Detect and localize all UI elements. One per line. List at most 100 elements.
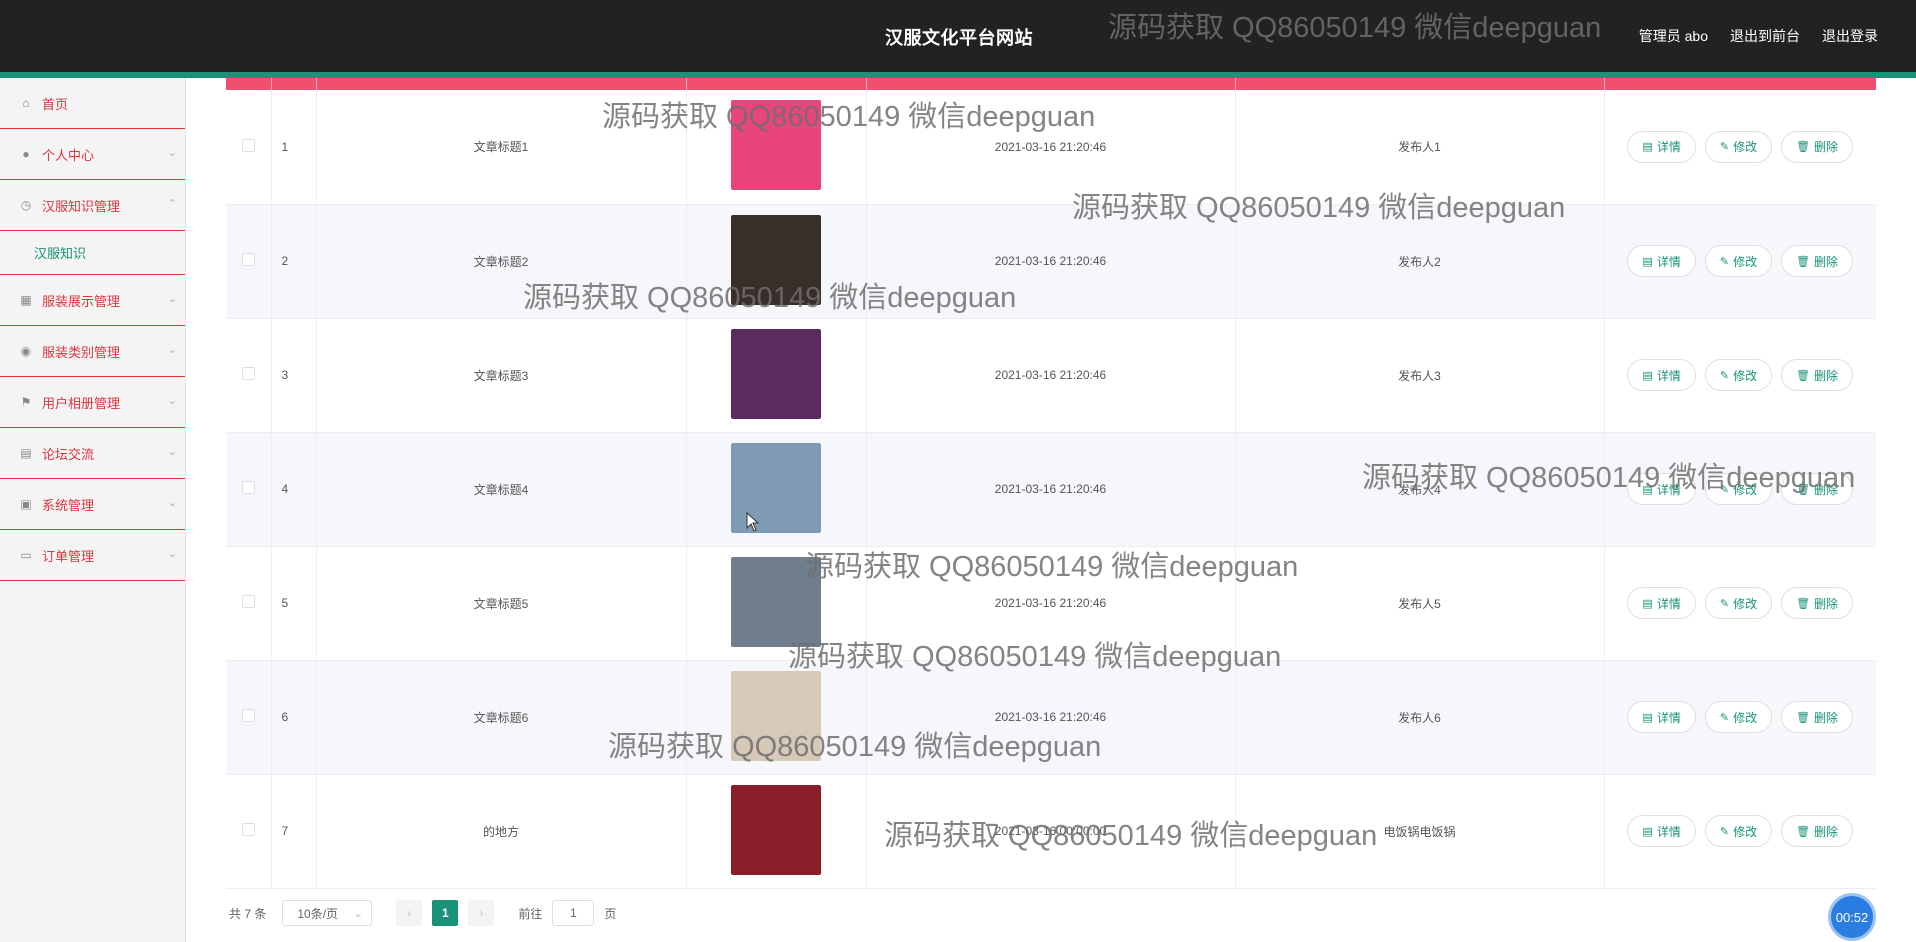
- delete-button[interactable]: 🗑 删除: [1781, 245, 1854, 277]
- edit-button[interactable]: ✎ 修改: [1704, 815, 1773, 847]
- button-label: 详情: [1656, 254, 1681, 269]
- document-icon: ▤: [1642, 483, 1653, 496]
- total-count: 共 7 条: [229, 906, 267, 921]
- edit-button[interactable]: ✎ 修改: [1704, 587, 1773, 619]
- delete-button[interactable]: 🗑 删除: [1781, 130, 1854, 163]
- chevron-down-icon: ⌄: [167, 497, 177, 509]
- row-checkbox[interactable]: [241, 253, 255, 266]
- to-front-link[interactable]: 退出到前台: [1730, 26, 1800, 46]
- pencil-icon: ✎: [1719, 255, 1730, 268]
- trash-icon: 🗑: [1796, 825, 1811, 838]
- edit-button[interactable]: ✎ 修改: [1704, 473, 1773, 505]
- sidebar-item-user-album[interactable]: ⚑ 用户相册管理 ⌄: [0, 377, 185, 428]
- pencil-icon: ✎: [1719, 141, 1730, 154]
- row-publisher: 发布人1: [1235, 90, 1605, 205]
- edit-button[interactable]: ✎ 修改: [1704, 130, 1773, 163]
- trash-icon: 🗑: [1796, 483, 1811, 496]
- goto-page-input[interactable]: 1: [552, 900, 595, 926]
- pencil-icon: ✎: [1719, 483, 1730, 496]
- delete-button[interactable]: 🗑 删除: [1781, 701, 1854, 733]
- pencil-icon: ✎: [1719, 369, 1730, 382]
- button-label: 修改: [1733, 824, 1758, 839]
- row-title: 文章标题2: [316, 204, 687, 319]
- mouse-cursor-icon: [746, 512, 760, 532]
- row-checkbox[interactable]: [241, 367, 255, 380]
- delete-button[interactable]: 🗑 删除: [1781, 359, 1854, 391]
- detail-button[interactable]: ▤ 详情: [1627, 130, 1696, 163]
- edit-button[interactable]: ✎ 修改: [1704, 245, 1773, 277]
- button-label: 删除: [1814, 140, 1839, 155]
- row-checkbox[interactable]: [241, 823, 255, 836]
- delete-button[interactable]: 🗑 删除: [1781, 587, 1854, 619]
- detail-button[interactable]: ▤ 详情: [1627, 359, 1696, 391]
- row-index: 5: [271, 546, 317, 661]
- grid-icon: ▤: [20, 446, 32, 460]
- sidebar-item-label: 个人中心: [42, 147, 95, 163]
- button-label: 详情: [1656, 710, 1681, 725]
- sidebar-item-home[interactable]: ⌂ 首页: [0, 78, 185, 129]
- sidebar-item-label: 首页: [42, 96, 69, 112]
- button-label: 详情: [1656, 482, 1681, 497]
- sidebar-item-hanfu-knowledge[interactable]: ◷ 汉服知识管理 ⌃: [0, 180, 185, 231]
- sidebar-item-forum[interactable]: ▤ 论坛交流 ⌄: [0, 428, 185, 479]
- page-number-current[interactable]: 1: [432, 900, 459, 926]
- top-header: 汉服文化平台网站 管理员 abo 退出到前台 退出登录: [0, 0, 1916, 72]
- document-icon: ▤: [1642, 597, 1653, 610]
- detail-button[interactable]: ▤ 详情: [1627, 587, 1696, 619]
- home-icon: ⌂: [22, 96, 30, 110]
- trash-icon: 🗑: [1796, 597, 1811, 610]
- logout-link[interactable]: 退出登录: [1822, 26, 1878, 46]
- pencil-icon: ✎: [1719, 825, 1730, 838]
- row-time: 2021-03-16 21:20:46: [866, 546, 1236, 661]
- button-label: 修改: [1733, 254, 1758, 269]
- sidebar-item-clothing-display[interactable]: ▦ 服装展示管理 ⌄: [0, 275, 185, 326]
- edit-button[interactable]: ✎ 修改: [1704, 701, 1773, 733]
- button-label: 修改: [1733, 140, 1758, 155]
- page-size-value: 10条/页: [297, 906, 339, 921]
- row-title: 的地方: [316, 774, 687, 889]
- chevron-down-icon: ⌄: [167, 395, 177, 407]
- delete-button[interactable]: 🗑 删除: [1781, 473, 1854, 505]
- row-index: 7: [271, 774, 317, 889]
- row-index: 6: [271, 660, 317, 775]
- row-image: [731, 100, 821, 191]
- detail-button[interactable]: ▤ 详情: [1627, 245, 1696, 277]
- sidebar-item-label: 订单管理: [42, 548, 95, 564]
- edit-button[interactable]: ✎ 修改: [1704, 359, 1773, 391]
- sidebar-item-clothing-category[interactable]: ◉ 服装类别管理 ⌄: [0, 326, 185, 377]
- chevron-down-icon: ⌄: [167, 548, 177, 560]
- sidebar: ⌂ 首页 ● 个人中心 ⌄ ◷ 汉服知识管理 ⌃ 汉服知识 ▦ 服装展示管理 ⌄…: [0, 78, 186, 942]
- page-unit: 页: [604, 906, 617, 921]
- detail-button[interactable]: ▤ 详情: [1627, 473, 1696, 505]
- row-image: [731, 784, 821, 875]
- row-title: 文章标题5: [316, 546, 687, 661]
- sidebar-item-profile[interactable]: ● 个人中心 ⌄: [0, 129, 185, 180]
- page-size-select[interactable]: 10条/页 ⌄: [282, 900, 373, 926]
- row-checkbox[interactable]: [241, 138, 255, 152]
- sidebar-item-orders[interactable]: ▭ 订单管理 ⌄: [0, 530, 185, 581]
- row-publisher: 发布人6: [1235, 660, 1605, 775]
- button-label: 详情: [1656, 368, 1681, 383]
- sidebar-item-system[interactable]: ▣ 系统管理 ⌄: [0, 479, 185, 530]
- row-index: 4: [271, 432, 317, 547]
- button-label: 删除: [1814, 710, 1839, 725]
- row-publisher: 发布人3: [1235, 318, 1605, 433]
- row-time: 2021-03-16 21:20:46: [866, 90, 1236, 205]
- detail-button[interactable]: ▤ 详情: [1627, 815, 1696, 847]
- next-page-button[interactable]: ›: [468, 900, 495, 926]
- delete-button[interactable]: 🗑 删除: [1781, 815, 1854, 847]
- trash-icon: 🗑: [1796, 711, 1811, 724]
- sidebar-item-label: 论坛交流: [42, 446, 95, 462]
- sidebar-subitem-hanfu-knowledge[interactable]: 汉服知识: [0, 231, 185, 275]
- row-checkbox[interactable]: [241, 595, 255, 608]
- row-checkbox[interactable]: [241, 709, 255, 722]
- detail-button[interactable]: ▤ 详情: [1627, 701, 1696, 733]
- row-image: [731, 556, 821, 647]
- row-title: 文章标题6: [316, 660, 687, 775]
- row-checkbox[interactable]: [241, 481, 255, 494]
- pencil-icon: ✎: [1719, 597, 1730, 610]
- prev-page-button[interactable]: ‹: [396, 900, 423, 926]
- table-row: 6 文章标题6 2021-03-16 21:20:46 发布人6 ▤ 详情 ✎ 修改…: [226, 660, 1876, 775]
- button-label: 删除: [1814, 368, 1839, 383]
- document-icon: ▤: [1642, 255, 1653, 268]
